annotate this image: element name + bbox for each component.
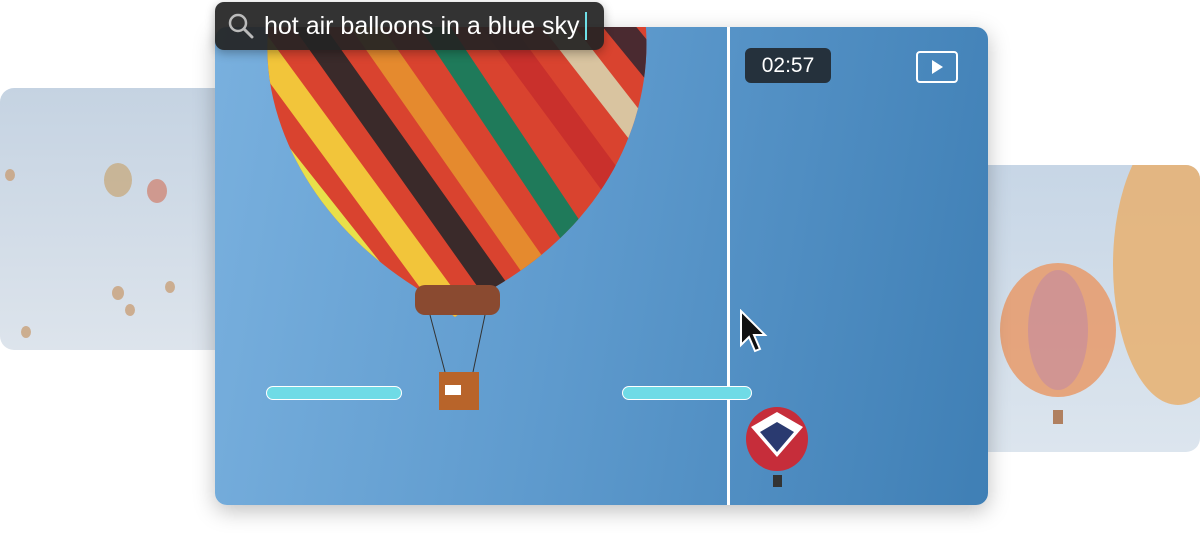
text-caret bbox=[585, 12, 588, 40]
play-button[interactable] bbox=[916, 51, 958, 83]
distant-balloons-image bbox=[5, 163, 175, 338]
balloons-closeup-image bbox=[1000, 165, 1200, 424]
segment-marker-right[interactable] bbox=[622, 386, 752, 400]
search-input[interactable]: hot air balloons in a blue sky bbox=[264, 12, 579, 41]
thumbnail-left[interactable] bbox=[0, 88, 230, 350]
hot-air-balloon-image bbox=[267, 27, 808, 487]
search-bar[interactable]: hot air balloons in a blue sky bbox=[215, 2, 604, 50]
video-preview[interactable]: 02:57 bbox=[215, 27, 988, 505]
segment-marker-left[interactable] bbox=[266, 386, 402, 400]
mouse-cursor-icon bbox=[740, 309, 768, 353]
scrubber-line[interactable] bbox=[727, 27, 730, 505]
timestamp-badge: 02:57 bbox=[745, 48, 831, 83]
play-icon bbox=[932, 60, 943, 74]
thumbnail-right[interactable] bbox=[970, 165, 1200, 452]
search-icon bbox=[228, 13, 254, 39]
